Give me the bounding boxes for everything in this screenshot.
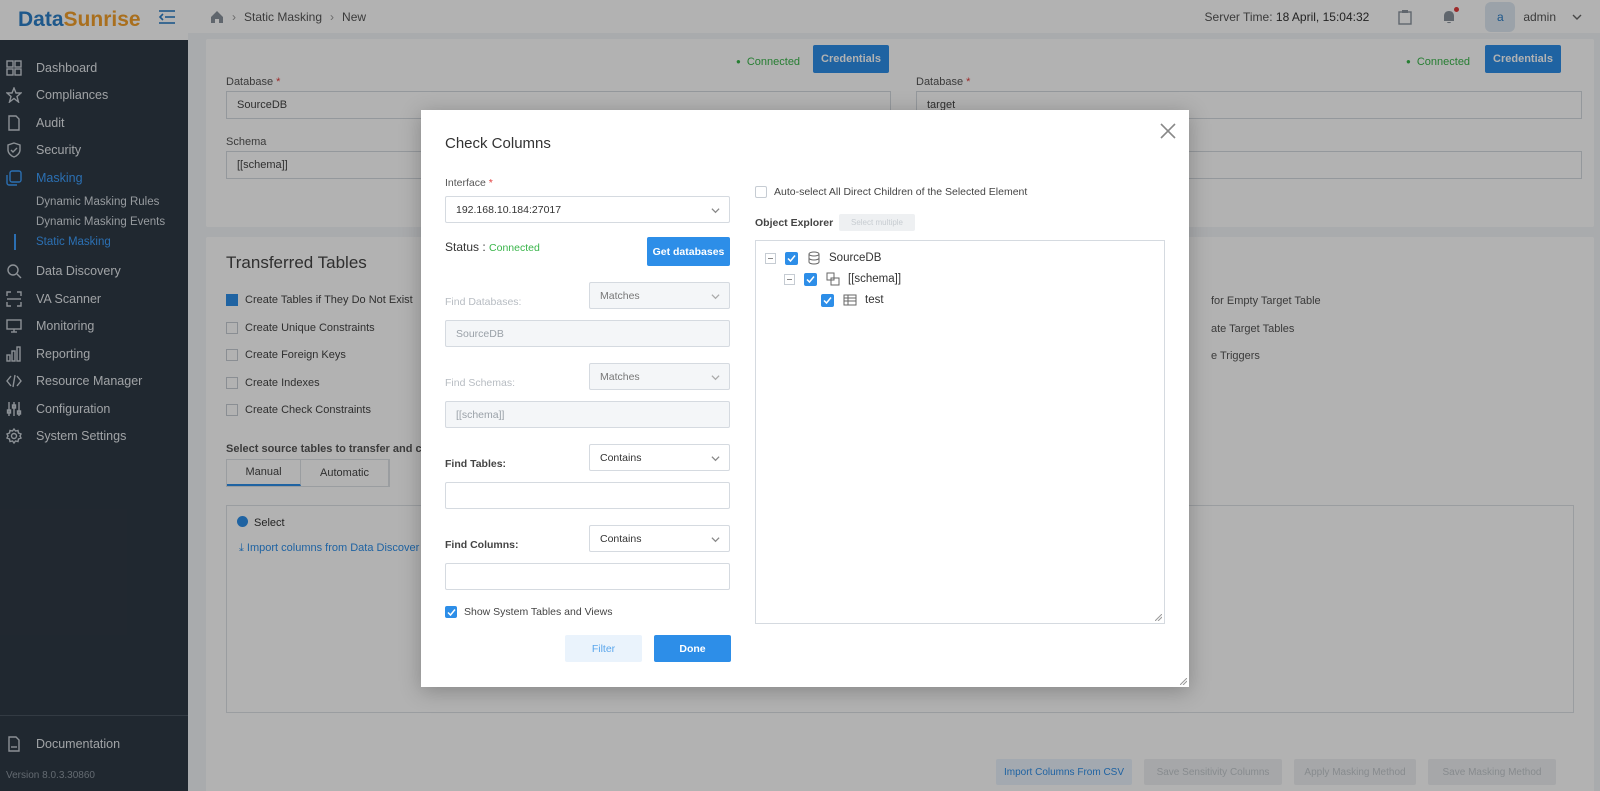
find-columns-input[interactable] — [445, 563, 730, 590]
checkbox[interactable] — [755, 186, 767, 198]
close-icon[interactable] — [1159, 122, 1177, 140]
table-icon — [843, 294, 857, 306]
connection-status: Status : Connected — [445, 240, 540, 254]
auto-select-children-checkbox[interactable]: Auto-select All Direct Children of the S… — [755, 186, 1027, 198]
resize-handle-icon[interactable] — [1155, 614, 1162, 621]
select-value: Contains — [600, 451, 642, 464]
tree-checkbox[interactable] — [785, 251, 798, 265]
check-icon — [823, 296, 832, 304]
dialog-resize-handle-icon[interactable] — [1180, 678, 1187, 685]
collapse-icon[interactable] — [765, 252, 776, 264]
chevron-down-icon — [711, 456, 720, 462]
collapse-icon[interactable] — [784, 273, 795, 285]
tree-node-label: SourceDB — [829, 252, 882, 264]
database-icon — [808, 251, 820, 265]
checkbox-label: Auto-select All Direct Children of the S… — [774, 186, 1028, 198]
interface-value: 192.168.10.184:27017 — [456, 203, 562, 216]
check-icon — [787, 254, 796, 262]
tree-node-label: test — [865, 294, 884, 306]
find-tables-mode-select[interactable]: Contains — [589, 444, 730, 471]
check-icon — [806, 275, 815, 283]
tree-checkbox[interactable] — [804, 272, 817, 286]
find-databases-mode-select[interactable]: Matches — [589, 282, 730, 309]
done-button[interactable]: Done — [654, 635, 731, 662]
find-schemas-mode-select[interactable]: Matches — [589, 363, 730, 390]
find-columns-label: Find Columns: — [445, 539, 519, 551]
chevron-down-icon — [711, 208, 720, 214]
tree-node-schema[interactable]: [[schema]] — [784, 271, 901, 287]
find-databases-label: Find Databases: — [445, 296, 522, 308]
label-text: Interface — [445, 177, 486, 189]
chevron-down-icon — [711, 537, 720, 543]
get-databases-button[interactable]: Get databases — [647, 237, 730, 266]
tree-checkbox[interactable] — [821, 293, 834, 307]
find-columns-mode-select[interactable]: Contains — [589, 525, 730, 552]
tree-node-database[interactable]: SourceDB — [765, 250, 881, 266]
select-multiple-button[interactable]: Select multiple — [839, 214, 915, 231]
select-value: Contains — [600, 532, 642, 545]
schema-icon — [826, 272, 840, 286]
show-system-tables-checkbox[interactable]: Show System Tables and Views — [445, 606, 612, 618]
select-value: Matches — [600, 289, 640, 302]
filter-button[interactable]: Filter — [565, 635, 642, 662]
check-columns-dialog: Check Columns Interface * 192.168.10.184… — [421, 110, 1189, 687]
check-icon — [446, 608, 456, 616]
status-label: Status : — [445, 240, 486, 254]
find-tables-input[interactable] — [445, 482, 730, 509]
find-schemas-label: Find Schemas: — [445, 377, 516, 389]
chevron-down-icon — [711, 375, 720, 381]
find-databases-input[interactable]: SourceDB — [445, 320, 730, 347]
object-explorer-label: Object Explorer — [755, 217, 834, 229]
checkbox-label: Show System Tables and Views — [464, 606, 613, 618]
select-value: Matches — [600, 370, 640, 383]
chevron-down-icon — [711, 294, 720, 300]
tree-node-table[interactable]: test — [821, 292, 884, 308]
find-schemas-input[interactable]: [[schema]] — [445, 401, 730, 428]
interface-label: Interface * — [445, 177, 493, 189]
interface-select[interactable]: 192.168.10.184:27017 — [445, 196, 730, 223]
tree-node-label: [[schema]] — [848, 273, 902, 285]
dialog-title: Check Columns — [445, 135, 551, 152]
status-value: Connected — [489, 242, 540, 254]
find-tables-label: Find Tables: — [445, 458, 507, 470]
object-explorer-tree: SourceDB [[schema]] test — [755, 240, 1165, 624]
checkbox[interactable] — [445, 606, 457, 618]
